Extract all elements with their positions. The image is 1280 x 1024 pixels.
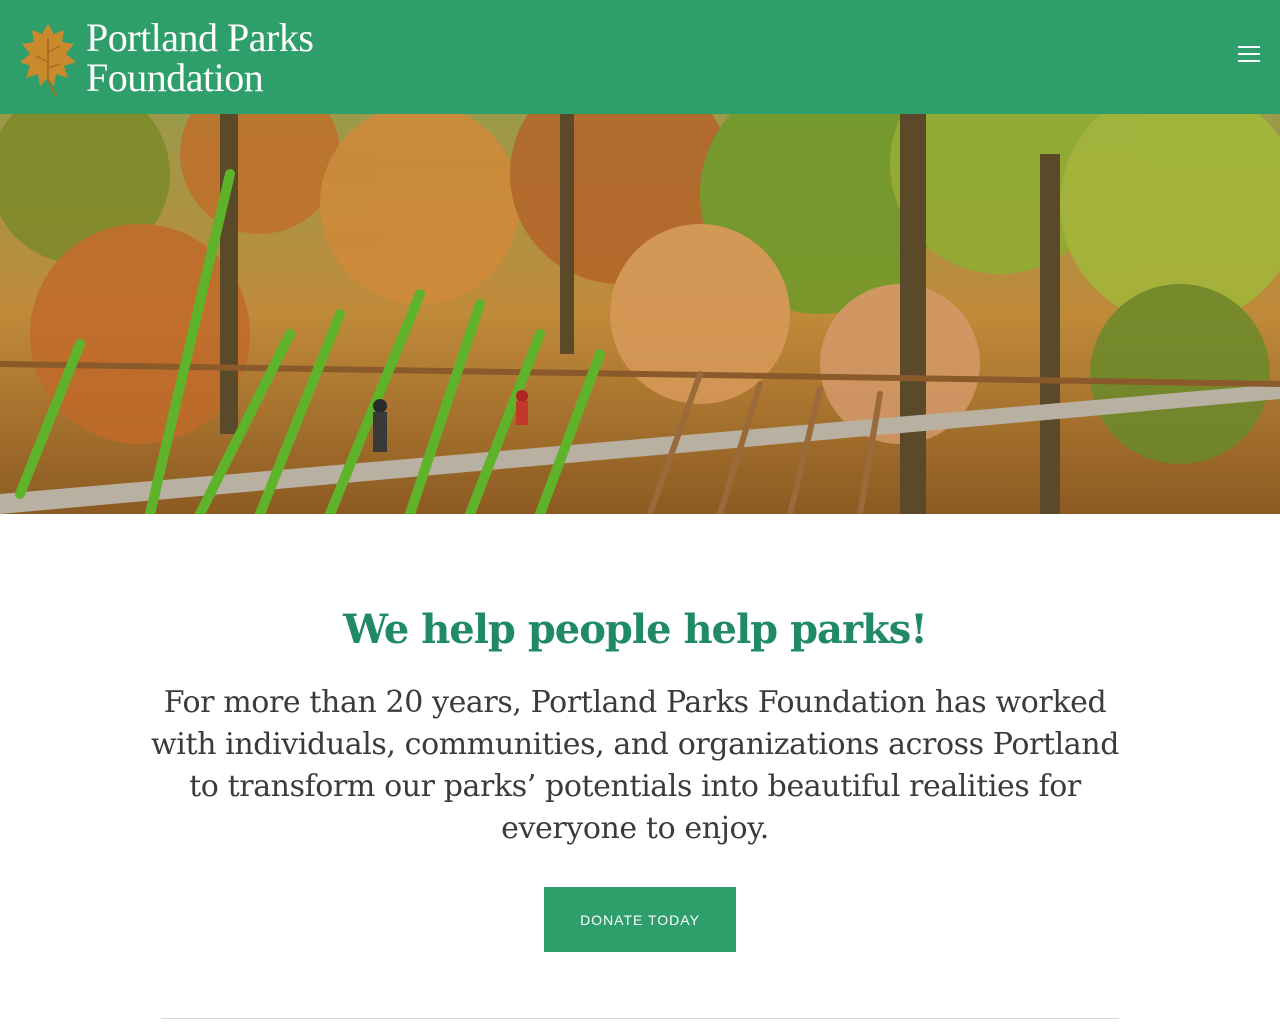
- menu-bar: [1238, 60, 1260, 62]
- intro-paragraph: For more than 20 years, Portland Parks F…: [150, 685, 1120, 846]
- intro-section: We help people help parks! For more than…: [0, 514, 1280, 1024]
- hero-forest-bridge-illustration: [0, 114, 1280, 514]
- site-logo[interactable]: Portland Parks Foundation: [18, 15, 314, 100]
- donate-button[interactable]: DONATE TODAY: [544, 887, 736, 952]
- page-headline: We help people help parks!: [343, 606, 928, 653]
- hero-image: [0, 114, 1280, 514]
- site-header: Portland Parks Foundation: [0, 0, 1280, 114]
- logo-line2: Foundation: [86, 55, 264, 100]
- logo-wordmark: Portland Parks Foundation: [86, 15, 314, 100]
- leaf-icon: [20, 24, 76, 97]
- section-divider: [161, 1018, 1119, 1019]
- menu-bar: [1238, 53, 1260, 55]
- logo-line1: Portland Parks: [86, 15, 314, 60]
- menu-bar: [1238, 46, 1260, 48]
- hamburger-menu-icon[interactable]: [1238, 46, 1260, 64]
